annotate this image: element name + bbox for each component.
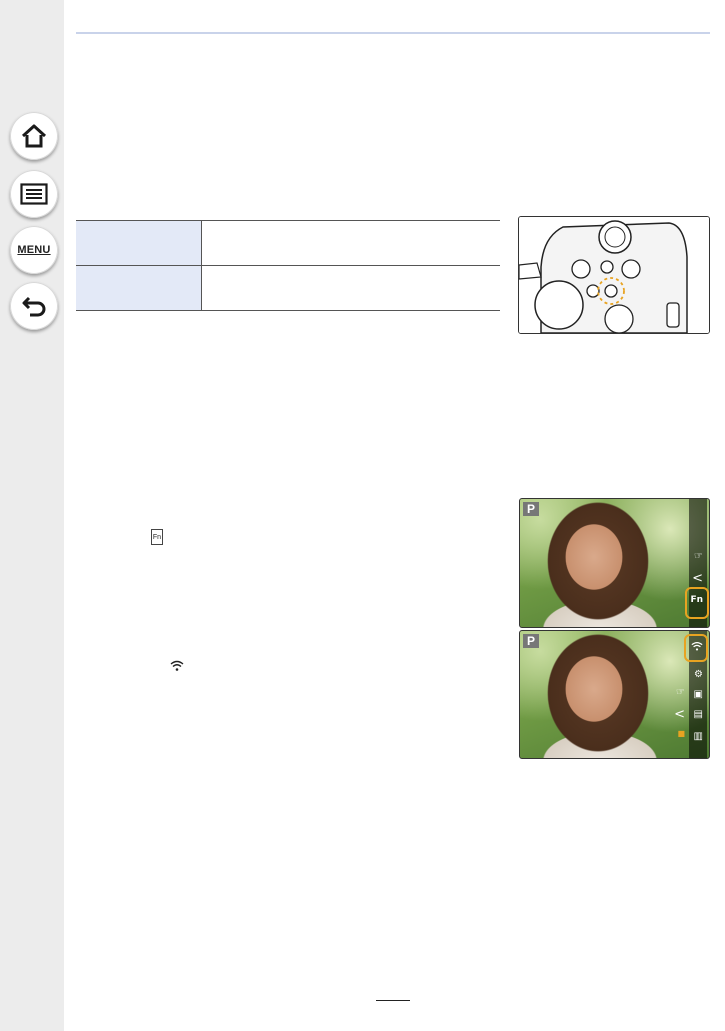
- mode-indicator: P: [523, 634, 539, 648]
- table-value-cell: [201, 220, 500, 266]
- home-button[interactable]: [10, 112, 58, 160]
- image-icon[interactable]: ▣: [694, 689, 703, 700]
- back-button[interactable]: [10, 282, 58, 330]
- fn-tab-icon: ■: [677, 729, 685, 738]
- camera-screen-fn-tab: P ☞ < Fn: [519, 498, 710, 628]
- contents-icon: [20, 183, 48, 205]
- fn-icon: Fn: [151, 529, 163, 545]
- histogram-icon[interactable]: ▥: [694, 731, 703, 742]
- menu-icon: MENU: [17, 244, 51, 256]
- wifi-highlight: [684, 634, 708, 662]
- chevron-left-icon: <: [674, 707, 685, 722]
- table-key-cell: [76, 220, 202, 266]
- contents-button[interactable]: [10, 170, 58, 218]
- table-value-cell: [201, 265, 500, 311]
- table-row: [76, 265, 500, 311]
- fn-tab-highlight: [685, 587, 709, 619]
- mode-indicator: P: [523, 502, 539, 516]
- wifi-icon: [170, 660, 184, 674]
- photo-style-icon[interactable]: ▤: [694, 709, 703, 720]
- touch-af-icon: ☞: [676, 687, 685, 698]
- chevron-left-icon: <: [692, 571, 703, 586]
- gear-icon[interactable]: ⚙: [694, 669, 703, 680]
- settings-table: [76, 220, 500, 311]
- menu-button[interactable]: MENU: [10, 226, 58, 274]
- back-icon: [20, 294, 48, 318]
- touch-af-icon: ☞: [694, 551, 703, 562]
- table-key-cell: [76, 265, 202, 311]
- sidebar-nav: MENU: [0, 0, 64, 1031]
- page-number-rule: [376, 1000, 410, 1001]
- table-row: [76, 220, 500, 266]
- camera-screen-wifi-icon: P ⚙ ▣ ▤ ▥ ☞ < ■: [519, 630, 710, 759]
- home-icon: [20, 123, 48, 149]
- header-rule: [76, 32, 710, 34]
- camera-button-illustration: [518, 216, 710, 334]
